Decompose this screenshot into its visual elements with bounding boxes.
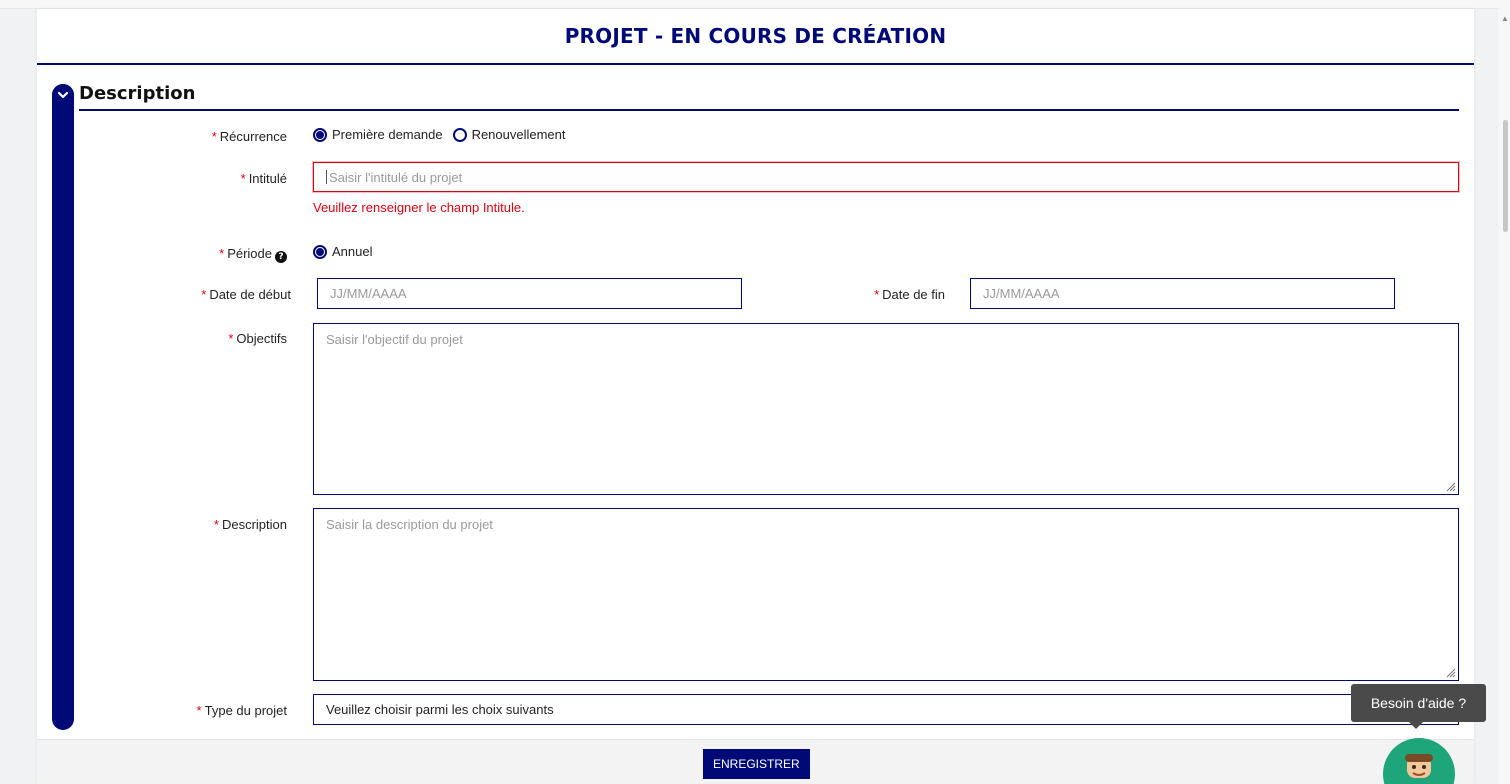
radio-checked-icon	[313, 127, 327, 142]
date-fin-label-text: Date de fin	[882, 287, 945, 302]
objectifs-textarea[interactable]: Saisir l'objectif du projet	[313, 323, 1459, 495]
date-debut-label-text: Date de début	[209, 287, 291, 302]
description-textarea[interactable]: Saisir la description du projet	[313, 508, 1459, 681]
form-sheet: PROJET - EN COURS DE CRÉATION Descriptio…	[37, 9, 1474, 784]
scroll-up-arrow-icon[interactable]: ▲	[1501, 14, 1509, 23]
periode-radio-group: Annuel	[313, 244, 382, 259]
page-scrollbar-thumb[interactable]	[1503, 120, 1508, 232]
description-label-text: Description	[221, 517, 287, 532]
resize-grip-icon[interactable]	[1446, 668, 1456, 678]
intitule-label-text: Intitulé	[248, 171, 287, 186]
section-title: Description	[79, 83, 196, 104]
recurrence-label: * Récurrence	[187, 129, 287, 144]
required-marker: *	[874, 287, 880, 302]
page: PROJET - EN COURS DE CRÉATION Descriptio…	[0, 0, 1510, 784]
radio-checked-icon	[313, 244, 327, 259]
radio-unchecked-icon	[452, 127, 467, 142]
type-projet-select[interactable]: Veuillez choisir parmi les choix suivant…	[313, 694, 1459, 725]
radio-annuel-label: Annuel	[332, 244, 373, 259]
date-fin-input[interactable]: JJ/MM/AAAA	[970, 278, 1395, 309]
help-tooltip: Besoin d'aide ?	[1351, 684, 1486, 729]
top-strip	[0, 0, 1510, 9]
type-projet-label-text: Type du projet	[204, 703, 287, 718]
required-marker: *	[213, 517, 219, 532]
radio-premiere-demande-label: Première demande	[332, 127, 443, 142]
title-bar: PROJET - EN COURS DE CRÉATION	[37, 9, 1474, 65]
section-rail	[52, 84, 74, 730]
recurrence-radio-group: Première demande Renouvellement	[313, 127, 576, 142]
recurrence-label-text: Récurrence	[219, 129, 287, 144]
page-scrollbar[interactable]	[1498, 0, 1510, 784]
periode-label-text: Période	[227, 246, 272, 261]
page-title: PROJET - EN COURS DE CRÉATION	[564, 24, 947, 48]
date-debut-placeholder: JJ/MM/AAAA	[330, 286, 407, 301]
required-marker: *	[219, 246, 225, 261]
intitule-label: * Intitulé	[187, 171, 287, 186]
type-projet-selected: Veuillez choisir parmi les choix suivant…	[326, 702, 554, 717]
date-debut-input[interactable]: JJ/MM/AAAA	[317, 278, 742, 309]
radio-premiere-demande[interactable]: Première demande	[313, 127, 443, 142]
type-projet-label: * Type du projet	[177, 703, 287, 718]
required-marker: *	[211, 129, 217, 144]
description-label: * Description	[187, 517, 287, 532]
save-button[interactable]: ENREGISTRER	[703, 749, 810, 779]
radio-annuel[interactable]: Annuel	[313, 244, 372, 259]
required-marker: *	[228, 331, 234, 346]
required-marker: *	[240, 171, 246, 186]
date-fin-placeholder: JJ/MM/AAAA	[983, 286, 1060, 301]
objectifs-label: * Objectifs	[187, 331, 287, 346]
intitule-error-message: Veuillez renseigner le champ Intitule.	[313, 200, 525, 215]
required-marker: *	[201, 287, 207, 302]
radio-renouvellement[interactable]: Renouvellement	[452, 127, 566, 142]
periode-label: * Période?	[187, 246, 287, 263]
footer-bar: ENREGISTRER	[37, 739, 1474, 784]
objectifs-label-text: Objectifs	[236, 331, 287, 346]
intitule-input[interactable]: Saisir l'intitulé du projet	[313, 162, 1459, 192]
date-debut-label: * Date de début	[177, 287, 291, 302]
objectifs-placeholder: Saisir l'objectif du projet	[326, 332, 463, 347]
chevron-down-icon	[57, 91, 69, 99]
text-caret	[326, 170, 327, 184]
question-circle-icon[interactable]: ?	[275, 251, 287, 263]
intitule-placeholder: Saisir l'intitulé du projet	[329, 169, 463, 185]
resize-grip-icon[interactable]	[1446, 482, 1456, 492]
section-divider	[79, 109, 1459, 111]
description-placeholder: Saisir la description du projet	[326, 517, 493, 532]
required-marker: *	[196, 703, 202, 718]
date-fin-label: * Date de fin	[857, 287, 945, 302]
section-toggle-button[interactable]	[52, 84, 74, 106]
radio-renouvellement-label: Renouvellement	[471, 127, 566, 142]
